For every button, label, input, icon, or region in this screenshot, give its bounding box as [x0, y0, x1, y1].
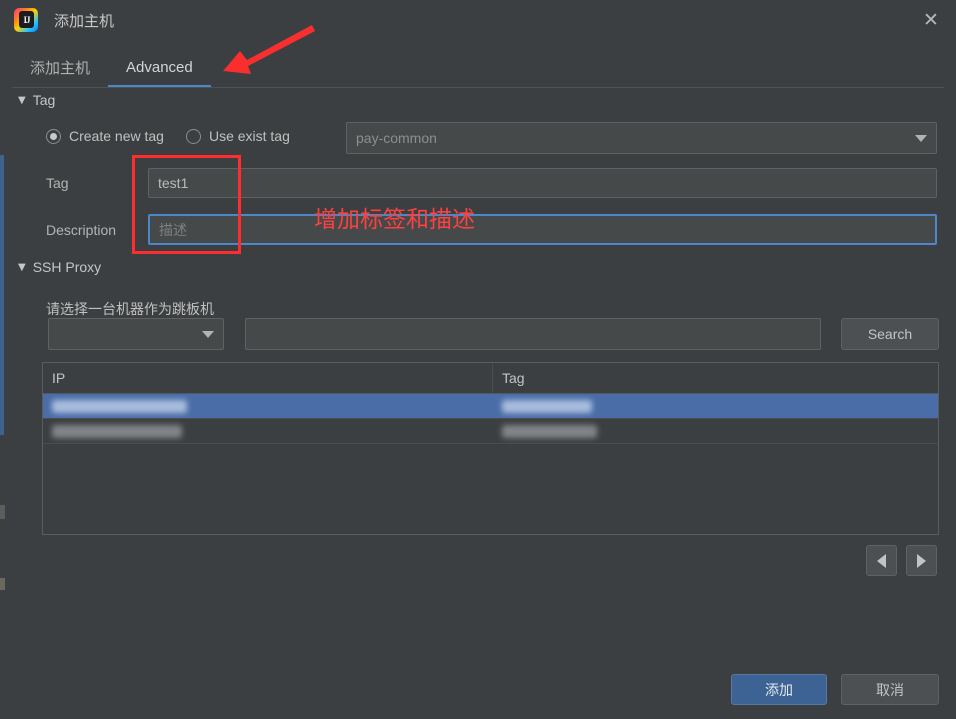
background-grey-strip-top [0, 505, 5, 519]
redacted-ip-value [52, 400, 187, 413]
cancel-button[interactable]: 取消 [841, 674, 939, 705]
exist-tag-combo-value: pay-common [356, 130, 909, 146]
tag-mode-radio-group: Create new tag Use exist tag [46, 128, 312, 144]
radio-create-new-tag[interactable]: Create new tag [46, 128, 164, 144]
confirm-add-label: 添加 [765, 680, 793, 700]
arrow-left-icon [877, 554, 886, 568]
ssh-proxy-hint: 请选择一台机器作为跳板机 [46, 299, 214, 319]
background-blue-strip [0, 155, 4, 435]
tab-bar: 添加主机 Advanced [0, 44, 956, 88]
redacted-tag-value [502, 425, 597, 438]
redacted-ip-value [52, 425, 182, 438]
table-header-row: IP Tag [43, 363, 938, 394]
collapse-triangle-icon: ▼ [18, 95, 26, 106]
table-cell-tag [493, 394, 938, 418]
intellij-idea-icon: IJ [14, 8, 38, 32]
chevron-down-icon [202, 331, 214, 338]
tag-input[interactable] [148, 168, 937, 198]
search-button-label: Search [868, 326, 912, 342]
table-cell-tag [493, 419, 938, 443]
tab-advanced-label: Advanced [126, 59, 193, 76]
tab-advanced[interactable]: Advanced [108, 46, 211, 88]
proxy-host-table[interactable]: IP Tag [42, 362, 939, 535]
pagination-prev-button[interactable] [866, 545, 897, 576]
chevron-down-icon [915, 135, 927, 142]
cancel-button-label: 取消 [876, 680, 904, 700]
tab-add-host[interactable]: 添加主机 [12, 46, 108, 88]
description-field-label: Description [46, 222, 116, 238]
confirm-add-button[interactable]: 添加 [731, 674, 827, 705]
description-input[interactable] [148, 214, 937, 245]
title-bar: IJ 添加主机 ✕ [0, 0, 956, 40]
proxy-filter-combo[interactable] [48, 318, 224, 350]
column-header-tag[interactable]: Tag [493, 363, 938, 393]
tag-section-title: Tag [33, 92, 56, 108]
radio-dot-icon [186, 129, 201, 144]
arrow-right-icon [917, 554, 926, 568]
background-window-sliver [0, 0, 5, 719]
exist-tag-combo[interactable]: pay-common [346, 122, 937, 154]
tag-field-label: Tag [46, 175, 69, 191]
tab-separator [12, 87, 944, 88]
search-button[interactable]: Search [841, 318, 939, 350]
tab-add-host-label: 添加主机 [30, 57, 90, 78]
app-icon-letters: IJ [19, 11, 34, 28]
radio-use-exist-tag[interactable]: Use exist tag [186, 128, 290, 144]
redacted-tag-value [502, 400, 592, 413]
radio-dot-icon [46, 129, 61, 144]
window-title: 添加主机 [54, 10, 114, 31]
ssh-proxy-section-title: SSH Proxy [33, 259, 101, 275]
background-grey-strip-bottom [0, 578, 5, 590]
close-icon: ✕ [923, 11, 939, 30]
close-button[interactable]: ✕ [906, 0, 956, 40]
radio-use-exist-tag-label: Use exist tag [209, 128, 290, 144]
table-cell-ip [43, 419, 493, 443]
ssh-proxy-section-header[interactable]: ▼ SSH Proxy [18, 259, 101, 275]
table-row[interactable] [43, 394, 938, 419]
column-header-ip[interactable]: IP [43, 363, 493, 393]
collapse-triangle-icon: ▼ [18, 262, 26, 273]
radio-create-new-tag-label: Create new tag [69, 128, 164, 144]
tag-section-header[interactable]: ▼ Tag [18, 92, 55, 108]
table-cell-ip [43, 394, 493, 418]
pagination-next-button[interactable] [906, 545, 937, 576]
table-row[interactable] [43, 419, 938, 444]
proxy-search-input[interactable] [245, 318, 821, 350]
